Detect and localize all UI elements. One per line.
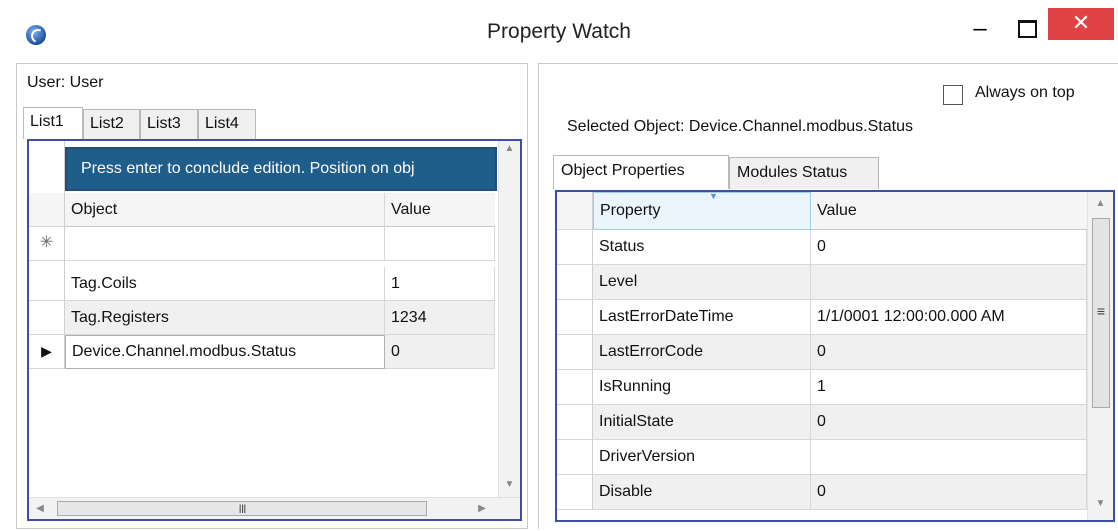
horizontal-scroll-thumb[interactable]: III xyxy=(57,501,427,516)
tab-modules-status[interactable]: Modules Status xyxy=(729,157,879,189)
user-label: User: User xyxy=(27,74,104,91)
row-selector[interactable] xyxy=(557,440,593,475)
scroll-up-icon[interactable]: ▲ xyxy=(499,143,520,154)
cell-value[interactable]: 1 xyxy=(811,370,1087,405)
tab-object-properties[interactable]: Object Properties xyxy=(553,155,729,189)
cell-property[interactable]: InitialState xyxy=(593,405,811,440)
property-watch-window: Property Watch – ✕ User: User List1 List… xyxy=(0,0,1118,531)
cell-property[interactable]: Level xyxy=(593,265,811,300)
tab-list1[interactable]: List1 xyxy=(23,107,83,139)
cell-value[interactable]: 1/1/0001 12:00:00.000 AM xyxy=(811,300,1087,335)
scroll-grip-icon: III xyxy=(238,502,246,516)
cell-object[interactable] xyxy=(65,227,385,261)
property-grid[interactable]: Property ▼ Value Status 0 Level LastErro… xyxy=(555,190,1115,522)
cell-value[interactable] xyxy=(385,227,495,261)
row-selector[interactable] xyxy=(29,267,65,301)
cell-value[interactable]: 0 xyxy=(811,335,1087,370)
row-selector[interactable] xyxy=(557,230,593,265)
object-list-panel: User: User List1 List2 List3 List4 Press… xyxy=(16,63,528,529)
always-on-top-checkbox[interactable] xyxy=(943,85,963,105)
always-on-top-label[interactable]: Always on top xyxy=(975,84,1075,102)
scroll-down-icon[interactable]: ▼ xyxy=(1088,498,1113,509)
window-title: Property Watch xyxy=(487,20,631,43)
cell-value[interactable]: 0 xyxy=(385,335,495,369)
row-selector[interactable] xyxy=(557,475,593,510)
row-selector[interactable] xyxy=(557,405,593,440)
title-bar[interactable]: Property Watch – ✕ xyxy=(0,0,1118,62)
cell-value[interactable] xyxy=(811,440,1087,475)
column-header-value[interactable]: Value xyxy=(385,193,495,227)
cell-value[interactable]: 1 xyxy=(385,267,495,301)
cell-value[interactable]: 0 xyxy=(811,405,1087,440)
selected-object-label: Selected Object: Device.Channel.modbus.S… xyxy=(567,118,913,135)
cell-object[interactable]: Device.Channel.modbus.Status xyxy=(65,335,385,369)
close-button[interactable]: ✕ xyxy=(1048,8,1114,40)
row-selector[interactable] xyxy=(29,301,65,335)
row-selector[interactable] xyxy=(557,335,593,370)
row-selector[interactable] xyxy=(557,265,593,300)
tab-list4[interactable]: List4 xyxy=(198,109,256,139)
scroll-grip-icon: ≡ xyxy=(1096,303,1106,319)
property-panel: Always on top Selected Object: Device.Ch… xyxy=(538,63,1118,529)
vertical-scroll-thumb[interactable]: ≡ xyxy=(1092,218,1110,408)
cell-property[interactable]: Disable xyxy=(593,475,811,510)
cell-property[interactable]: DriverVersion xyxy=(593,440,811,475)
header-row-selector xyxy=(29,193,65,227)
grid-corner xyxy=(29,141,65,193)
row-selector[interactable] xyxy=(557,300,593,335)
tab-list3[interactable]: List3 xyxy=(140,109,198,139)
cell-property[interactable]: LastErrorCode xyxy=(593,335,811,370)
cell-property[interactable]: IsRunning xyxy=(593,370,811,405)
scroll-up-icon[interactable]: ▲ xyxy=(1088,198,1113,209)
vertical-scrollbar[interactable]: ▲ ▼ xyxy=(498,141,520,497)
cell-value[interactable]: 0 xyxy=(811,230,1087,265)
scroll-left-icon[interactable]: ◀ xyxy=(35,503,45,514)
maximize-button[interactable] xyxy=(1010,12,1044,52)
object-grid[interactable]: Press enter to conclude edition. Positio… xyxy=(27,139,522,521)
column-header-property[interactable]: Property ▼ xyxy=(593,192,811,230)
tab-list2[interactable]: List2 xyxy=(83,109,140,139)
row-selector[interactable] xyxy=(557,370,593,405)
cell-property[interactable]: LastErrorDateTime xyxy=(593,300,811,335)
cell-object[interactable]: Tag.Coils xyxy=(65,267,385,301)
minimize-button[interactable]: – xyxy=(960,12,1000,52)
cell-value[interactable]: 0 xyxy=(811,475,1087,510)
scroll-right-icon[interactable]: ▶ xyxy=(477,503,487,514)
column-header-value[interactable]: Value xyxy=(811,192,1087,230)
cell-property[interactable]: Status xyxy=(593,230,811,265)
edit-hint-banner: Press enter to conclude edition. Positio… xyxy=(65,147,497,191)
column-header-property-label: Property xyxy=(600,202,661,219)
current-row-marker[interactable]: ▶ xyxy=(29,335,65,369)
horizontal-scrollbar[interactable]: ◀ III ▶ xyxy=(29,497,520,519)
scroll-down-icon[interactable]: ▼ xyxy=(499,479,520,490)
column-header-object[interactable]: Object xyxy=(65,193,385,227)
new-row-marker: ✳ xyxy=(29,227,65,261)
vertical-scrollbar[interactable]: ▲ ≡ ▼ xyxy=(1087,192,1113,520)
cell-value[interactable] xyxy=(811,265,1087,300)
cell-value[interactable]: 1234 xyxy=(385,301,495,335)
header-row-selector xyxy=(557,192,593,230)
sort-indicator-icon: ▼ xyxy=(709,191,718,201)
cell-object[interactable]: Tag.Registers xyxy=(65,301,385,335)
